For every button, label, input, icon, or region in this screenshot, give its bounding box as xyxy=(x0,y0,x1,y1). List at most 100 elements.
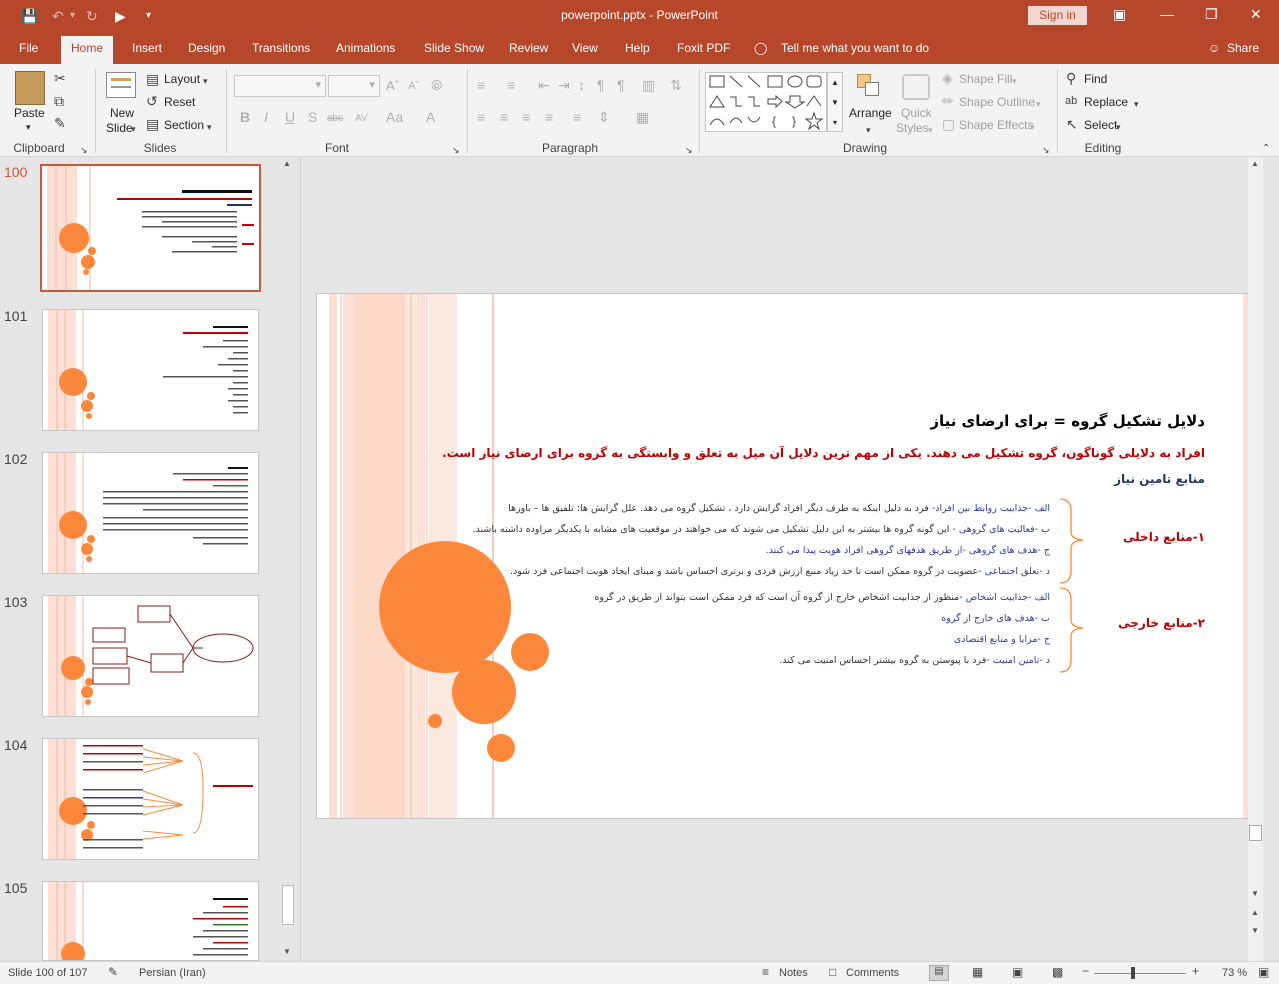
external-sources-label[interactable]: ۲-منابع خارجی xyxy=(1118,616,1205,630)
shape-outline-button[interactable]: Shape Outline xyxy=(959,95,1035,109)
quick-styles-dropdown-icon[interactable]: ▾ xyxy=(928,123,933,137)
collapse-ribbon-icon[interactable]: ⌃ xyxy=(1262,142,1270,156)
thumbnail-slide-102[interactable] xyxy=(42,452,259,574)
paragraph-launcher-icon[interactable]: ↘ xyxy=(685,143,693,157)
bold-icon[interactable]: B xyxy=(240,110,250,124)
underline-icon[interactable]: U xyxy=(285,110,295,124)
comments-button[interactable]: Comments xyxy=(846,967,899,979)
font-color-icon[interactable]: A xyxy=(426,110,435,124)
scroll-thumb[interactable] xyxy=(1249,825,1262,841)
fit-to-window-icon[interactable]: ▣ xyxy=(1258,965,1269,979)
editor-scrollbar[interactable]: ▲ ▼ ▲ ▼ xyxy=(1248,157,1263,961)
select-dropdown-icon[interactable]: ▾ xyxy=(1116,120,1121,134)
increase-indent-icon[interactable]: ⇥ xyxy=(558,78,570,92)
replace-icon[interactable]: ab xyxy=(1065,94,1077,108)
align-text-icon[interactable]: ⇕ xyxy=(598,110,610,124)
thumbnails-scrollbar[interactable]: ▲ ▼ xyxy=(281,157,295,961)
paste-icon[interactable] xyxy=(15,71,45,105)
replace-dropdown-icon[interactable]: ▾ xyxy=(1134,97,1139,111)
zoom-slider-thumb[interactable] xyxy=(1131,967,1135,979)
decrease-font-size-icon[interactable]: Aˇ xyxy=(408,79,419,93)
section-button[interactable]: Section xyxy=(164,118,204,132)
arrange-dropdown-icon[interactable]: ▾ xyxy=(866,123,871,137)
layout-dropdown-icon[interactable]: ▾ xyxy=(203,74,208,88)
columns-icon[interactable]: ▥ xyxy=(642,78,655,92)
layout-icon[interactable]: ▤ xyxy=(146,72,159,86)
internal-sources-label[interactable]: ۱-منابع داخلی xyxy=(1123,530,1205,544)
select-button[interactable]: Select xyxy=(1084,118,1117,132)
strikethrough-icon[interactable]: abc xyxy=(327,112,343,126)
format-painter-icon[interactable]: ✎ xyxy=(54,116,66,130)
change-case-icon[interactable]: Aa xyxy=(386,110,403,124)
copy-icon[interactable]: ⧉ xyxy=(54,94,64,108)
shapes-gallery-scroll[interactable]: ▲ ▼ ▾ xyxy=(827,72,843,132)
shape-effects-button[interactable]: Shape Effects xyxy=(959,118,1034,132)
zoom-in-icon[interactable]: + xyxy=(1192,964,1199,978)
tab-home[interactable]: Home xyxy=(61,36,114,64)
replace-button[interactable]: Replace xyxy=(1084,95,1128,109)
zoom-slider-track[interactable] xyxy=(1094,973,1186,974)
restore-button[interactable]: ❐ xyxy=(1205,6,1218,23)
shape-outline-dropdown-icon[interactable]: ▾ xyxy=(1036,97,1041,111)
shape-effects-dropdown-icon[interactable]: ▾ xyxy=(1030,120,1035,134)
shape-fill-icon[interactable]: ◈ xyxy=(942,71,953,85)
slide-subtitle[interactable]: افراد به دلایلی گوناگون، گروه تشکیل می د… xyxy=(442,446,1205,460)
scroll-down-icon[interactable]: ▼ xyxy=(1251,889,1259,898)
cut-icon[interactable]: ✂ xyxy=(54,71,66,85)
find-icon[interactable]: ⚲ xyxy=(1066,71,1076,85)
shape-fill-dropdown-icon[interactable]: ▾ xyxy=(1012,74,1017,88)
notes-button[interactable]: Notes xyxy=(779,967,808,979)
arrange-button[interactable]: Arrange xyxy=(849,106,892,120)
thumbnail-slide-104[interactable] xyxy=(42,738,259,860)
normal-view-icon[interactable]: ▤ xyxy=(929,965,949,981)
bullets-icon[interactable]: ≡ xyxy=(477,78,485,92)
section-dropdown-icon[interactable]: ▾ xyxy=(207,120,212,134)
zoom-out-icon[interactable]: − xyxy=(1082,964,1089,978)
external-sources-list[interactable]: الف -جذابیت اشخاص -منظور از جذابیت اشخاص… xyxy=(594,587,1050,671)
scroll-up-icon[interactable]: ▲ xyxy=(283,159,291,168)
drawing-launcher-icon[interactable]: ↘ xyxy=(1042,143,1050,157)
thumbnail-slide-103[interactable] xyxy=(42,595,259,717)
new-slide-label-2[interactable]: Slide xyxy=(106,121,133,135)
align-right-icon[interactable]: ≡ xyxy=(522,110,530,124)
next-slide-icon[interactable]: ▼ xyxy=(1251,926,1259,935)
tab-slide-show[interactable]: Slide Show xyxy=(424,41,484,55)
reset-icon[interactable]: ↺ xyxy=(146,94,158,108)
clipboard-launcher-icon[interactable]: ↘ xyxy=(80,143,88,157)
tab-file[interactable]: File xyxy=(19,41,38,55)
text-shadow-icon[interactable]: S xyxy=(308,110,317,124)
convert-to-smartart-icon[interactable]: ▦ xyxy=(636,110,649,124)
align-left-icon[interactable]: ≡ xyxy=(477,110,485,124)
thumbnail-slide-101[interactable] xyxy=(42,309,259,431)
new-slide-icon[interactable] xyxy=(106,72,136,98)
character-spacing-icon[interactable]: AV xyxy=(355,112,368,126)
font-size-dropdown[interactable]: ▾ xyxy=(328,75,380,97)
numbering-icon[interactable]: ≡ xyxy=(507,78,515,92)
rtl-icon[interactable]: ¶ xyxy=(617,78,625,92)
tab-foxit-pdf[interactable]: Foxit PDF xyxy=(677,41,730,55)
shape-effects-icon[interactable]: ▢ xyxy=(942,117,955,131)
previous-slide-icon[interactable]: ▲ xyxy=(1251,908,1259,917)
section-icon[interactable]: ▤ xyxy=(146,117,159,131)
find-button[interactable]: Find xyxy=(1084,72,1107,86)
font-family-dropdown[interactable]: ▾ xyxy=(234,75,326,97)
ltr-icon[interactable]: ¶ xyxy=(597,78,605,92)
new-slide-dropdown-icon[interactable]: ▾ xyxy=(131,122,136,136)
paste-dropdown-icon[interactable]: ▾ xyxy=(26,122,31,133)
scroll-up-icon[interactable]: ▲ xyxy=(1251,159,1259,168)
reset-button[interactable]: Reset xyxy=(164,95,195,109)
quick-styles-icon[interactable] xyxy=(902,74,930,100)
notes-icon[interactable]: ≡ xyxy=(762,965,769,979)
slide-show-icon[interactable]: ▩ xyxy=(1052,965,1063,979)
line-spacing-icon[interactable]: ↕ xyxy=(578,78,585,92)
slide-counter[interactable]: Slide 100 of 107 xyxy=(8,967,88,979)
tab-insert[interactable]: Insert xyxy=(132,41,162,55)
share-button[interactable]: Share xyxy=(1227,41,1259,55)
tab-design[interactable]: Design xyxy=(188,41,225,55)
tab-animations[interactable]: Animations xyxy=(336,41,395,55)
increase-font-size-icon[interactable]: Aˆ xyxy=(386,79,399,93)
shapes-gallery[interactable]: {} xyxy=(705,72,827,132)
spell-check-icon[interactable]: ✎ xyxy=(108,965,118,979)
internal-sources-list[interactable]: الف -جذابیت روابط بین افراد- فرد به دلیل… xyxy=(473,498,1051,582)
slide-title[interactable]: دلایل تشکیل گروه = برای ارضای نیاز xyxy=(930,412,1205,430)
